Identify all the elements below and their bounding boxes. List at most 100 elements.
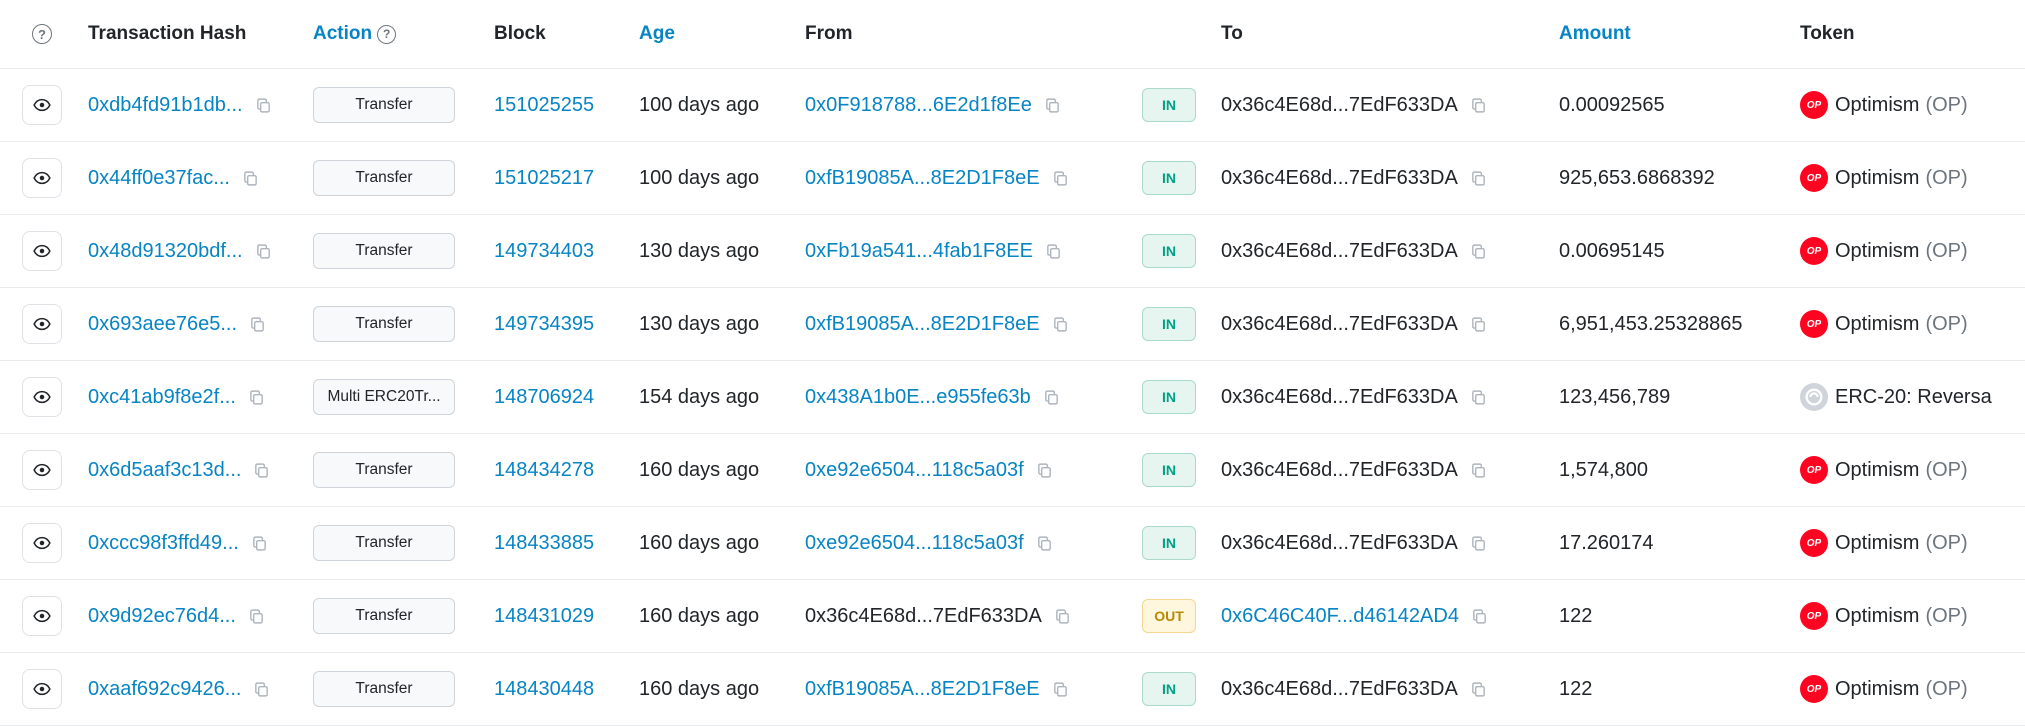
age-cell: 154 days ago [639,361,759,433]
tx-hash-link[interactable]: 0xdb4fd91b1db... [88,94,243,117]
view-details-button[interactable] [22,377,62,417]
action-badge[interactable]: Transfer [313,306,455,342]
copy-icon[interactable] [1045,243,1062,260]
copy-icon[interactable] [253,462,270,479]
action-badge[interactable]: Transfer [313,87,455,123]
block-link[interactable]: 148434278 [494,459,594,482]
tx-hash-link[interactable]: 0x48d91320bdf... [88,240,243,263]
token-cell[interactable]: OP Optimism (OP) [1800,653,1968,725]
block-link[interactable]: 149734403 [494,240,594,263]
header-amount[interactable]: Amount [1559,0,1631,68]
tx-hash-link[interactable]: 0xaaf692c9426... [88,678,241,701]
token-name[interactable]: Optimism [1835,240,1919,263]
block-link[interactable]: 151025255 [494,94,594,117]
block-link[interactable]: 148431029 [494,605,594,628]
copy-icon[interactable] [1470,97,1487,114]
view-details-button[interactable] [22,304,62,344]
view-details-button[interactable] [22,523,62,563]
copy-icon[interactable] [248,389,265,406]
action-badge[interactable]: Transfer [313,671,455,707]
copy-icon[interactable] [1043,389,1060,406]
from-address[interactable]: 0xfB19085A...8E2D1F8eE [805,313,1040,336]
token-name[interactable]: Optimism [1835,94,1919,117]
from-address[interactable]: 0xfB19085A...8E2D1F8eE [805,167,1040,190]
view-details-button[interactable] [22,669,62,709]
question-circle-icon[interactable]: ? [377,24,397,44]
action-badge[interactable]: Multi ERC20Tr... [313,379,455,415]
view-details-button[interactable] [22,158,62,198]
copy-icon[interactable] [1470,243,1487,260]
copy-icon[interactable] [1470,462,1487,479]
token-cell[interactable]: OP Optimism (OP) [1800,434,1968,506]
token-cell[interactable]: OP Optimism (OP) [1800,288,1968,360]
action-badge[interactable]: Transfer [313,598,455,634]
copy-icon[interactable] [249,316,266,333]
tx-hash-link[interactable]: 0x693aee76e5... [88,313,237,336]
header-age[interactable]: Age [639,0,675,68]
token-name[interactable]: Optimism [1835,678,1919,701]
copy-icon[interactable] [1470,170,1487,187]
view-details-button[interactable] [22,85,62,125]
copy-icon[interactable] [1054,608,1071,625]
block-link[interactable]: 148430448 [494,678,594,701]
token-name[interactable]: Optimism [1835,605,1919,628]
block-link[interactable]: 149734395 [494,313,594,336]
tx-hash-link[interactable]: 0xccc98f3ffd49... [88,532,239,555]
copy-icon[interactable] [1470,535,1487,552]
copy-icon[interactable] [1470,316,1487,333]
tx-hash-link[interactable]: 0x44ff0e37fac... [88,167,230,190]
token-cell[interactable]: OP Optimism (OP) [1800,580,1968,652]
from-address[interactable]: 0xFb19a541...4fab1F8EE [805,240,1033,263]
token-cell[interactable]: OP Optimism (OP) [1800,142,1968,214]
token-cell[interactable]: OP Optimism (OP) [1800,69,1968,141]
copy-icon[interactable] [1044,97,1061,114]
tx-hash-link[interactable]: 0x6d5aaf3c13d... [88,459,241,482]
action-badge[interactable]: Transfer [313,452,455,488]
copy-icon[interactable] [1052,316,1069,333]
copy-icon[interactable] [255,97,272,114]
token-cell[interactable]: ERC-20: Reversa [1800,361,1992,433]
from-address[interactable]: 0xe92e6504...118c5a03f [805,532,1024,555]
question-circle-icon[interactable]: ? [32,24,52,44]
copy-icon[interactable] [242,170,259,187]
token-cell[interactable]: OP Optimism (OP) [1800,215,1968,287]
token-name[interactable]: Optimism [1835,313,1919,336]
copy-icon[interactable] [253,681,270,698]
copy-icon[interactable] [251,535,268,552]
block-link[interactable]: 151025217 [494,167,594,190]
copy-icon[interactable] [1052,170,1069,187]
copy-icon[interactable] [1036,535,1053,552]
copy-icon[interactable] [248,608,265,625]
block-link[interactable]: 148706924 [494,386,594,409]
token-name[interactable]: Optimism [1835,459,1919,482]
action-badge[interactable]: Transfer [313,525,455,561]
tx-hash-link[interactable]: 0x9d92ec76d4... [88,605,236,628]
view-details-button[interactable] [22,450,62,490]
header-action-label[interactable]: Action [313,23,372,45]
action-badge[interactable]: Transfer [313,160,455,196]
optimism-token-icon: OP [1800,91,1828,119]
from-address[interactable]: 0x0F918788...6E2d1f8Ee [805,94,1032,117]
tx-hash-link[interactable]: 0xc41ab9f8e2f... [88,386,236,409]
to-address[interactable]: 0x6C46C40F...d46142AD4 [1221,605,1459,628]
from-address[interactable]: 0x438A1b0E...e955fe63b [805,386,1031,409]
direction-cell: IN [1142,215,1196,287]
block-link[interactable]: 148433885 [494,532,594,555]
from-address[interactable]: 0xe92e6504...118c5a03f [805,459,1024,482]
copy-icon[interactable] [1470,389,1487,406]
copy-icon[interactable] [1036,462,1053,479]
copy-icon[interactable] [255,243,272,260]
action-badge[interactable]: Transfer [313,233,455,269]
copy-icon[interactable] [1471,608,1488,625]
view-details-button[interactable] [22,231,62,271]
copy-icon[interactable] [1470,681,1487,698]
token-cell[interactable]: OP Optimism (OP) [1800,507,1968,579]
view-details-button[interactable] [22,596,62,636]
token-name[interactable]: Optimism [1835,167,1919,190]
token-name[interactable]: Optimism [1835,532,1919,555]
header-action[interactable]: Action ? [313,0,397,68]
token-name[interactable]: ERC-20: Reversa [1835,386,1992,409]
column-help[interactable]: ? [32,0,52,68]
from-address[interactable]: 0xfB19085A...8E2D1F8eE [805,678,1040,701]
copy-icon[interactable] [1052,681,1069,698]
